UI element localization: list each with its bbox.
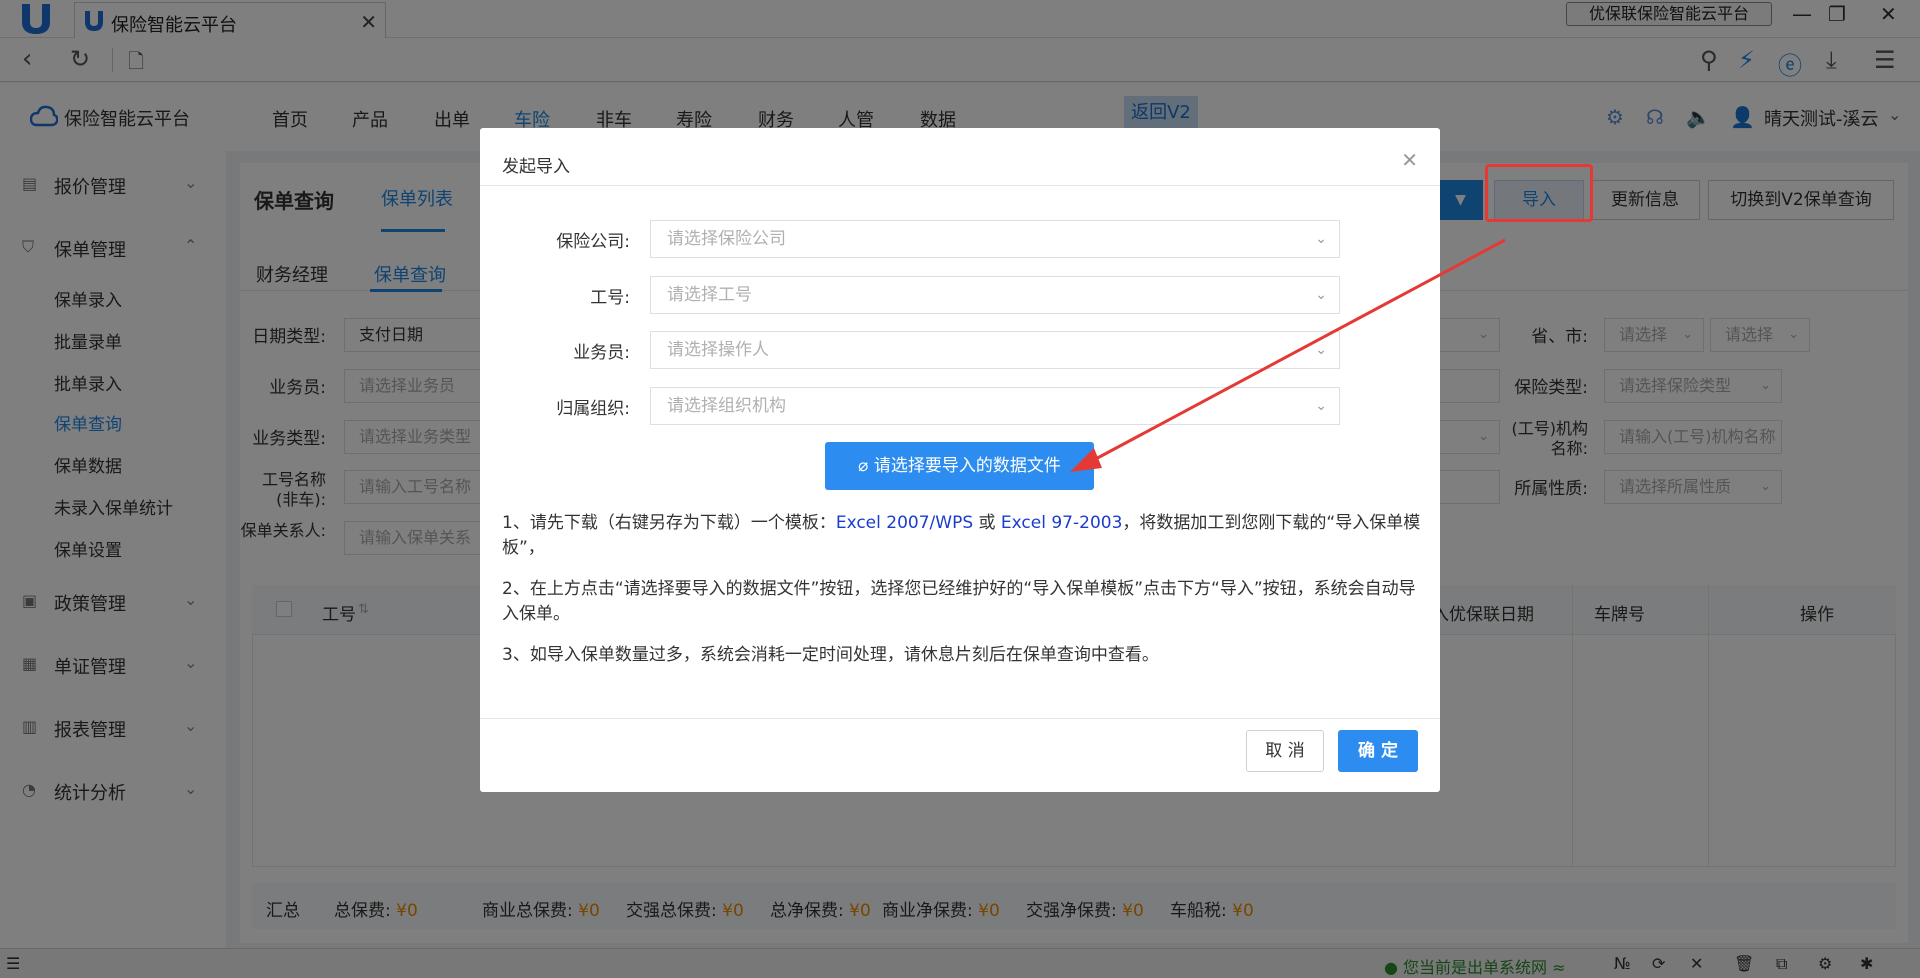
operator-label: 业务员: xyxy=(573,343,630,363)
instr1-text: 1、请先下载（右键另存为下载）一个模板： xyxy=(502,513,836,533)
instruction-3: 3、如导入保单数量过多，系统会消耗一定时间处理，请休息片刻后在保单查询中查看。 xyxy=(502,645,1159,665)
org-select-placeholder: 请选择组织机构 xyxy=(667,396,786,416)
upload-file-button[interactable]: ⌀ 请选择要导入的数据文件 xyxy=(825,442,1094,490)
worknum-select[interactable]: 请选择工号 ⌄ xyxy=(650,276,1340,314)
company-select[interactable]: 请选择保险公司 ⌄ xyxy=(650,220,1340,258)
confirm-button[interactable]: 确 定 xyxy=(1338,730,1418,772)
modal-divider xyxy=(480,718,1440,719)
chevron-down-icon: ⌄ xyxy=(1315,342,1327,358)
operator-select[interactable]: 请选择操作人 ⌄ xyxy=(650,331,1340,369)
operator-placeholder: 请选择操作人 xyxy=(667,340,769,360)
import-highlight-box xyxy=(1485,164,1593,222)
modal-title: 发起导入 xyxy=(502,157,570,177)
company-placeholder: 请选择保险公司 xyxy=(667,229,786,249)
modal-divider xyxy=(480,185,1440,186)
worknum-placeholder: 请选择工号 xyxy=(667,285,752,305)
org-select[interactable]: 请选择组织机构 ⌄ xyxy=(650,387,1340,425)
chevron-down-icon: ⌄ xyxy=(1315,287,1327,303)
upload-label: 请选择要导入的数据文件 xyxy=(873,456,1061,476)
import-modal: 发起导入 ✕ 保险公司: 请选择保险公司 ⌄ 工号: 请选择工号 ⌄ 业务员: 请选… xyxy=(480,128,1440,792)
instr1-or: 或 xyxy=(973,513,1001,533)
instruction-1: 1、请先下载（右键另存为下载）一个模板：Excel 2007/WPS 或 Exc… xyxy=(502,511,1422,561)
cancel-button[interactable]: 取 消 xyxy=(1246,730,1324,772)
chevron-down-icon: ⌄ xyxy=(1315,231,1327,247)
company-label: 保险公司: xyxy=(556,232,630,252)
template-2007-link[interactable]: Excel 2007/WPS xyxy=(836,513,973,533)
chevron-down-icon: ⌄ xyxy=(1315,398,1327,414)
paperclip-icon: ⌀ xyxy=(858,456,869,476)
close-icon[interactable]: ✕ xyxy=(1401,148,1418,172)
template-97-link[interactable]: Excel 97-2003 xyxy=(1001,513,1122,533)
org-select-label: 归属组织: xyxy=(556,399,630,419)
instruction-2: 2、在上方点击“请选择要导入的数据文件”按钮，选择您已经维护好的“导入保单模板”… xyxy=(502,579,1416,624)
worknum-label: 工号: xyxy=(590,288,630,308)
